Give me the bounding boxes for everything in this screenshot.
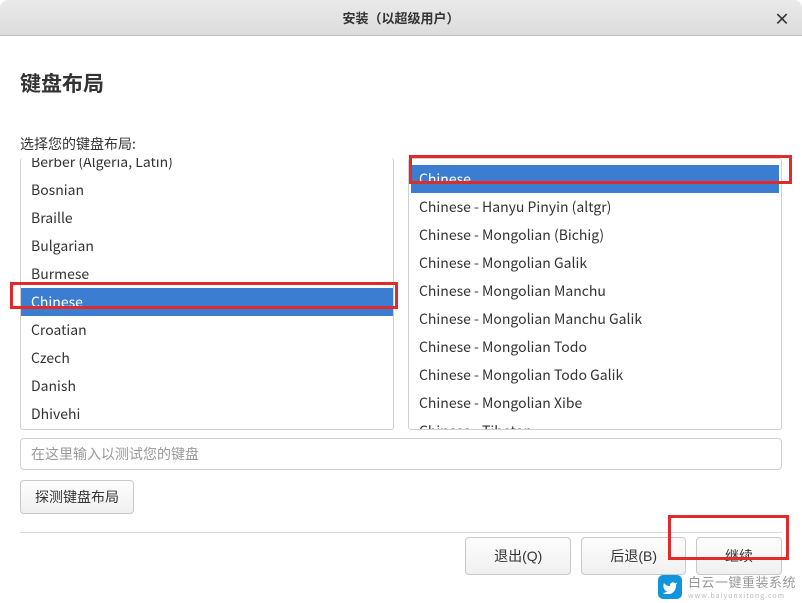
list-item[interactable]: Burmese	[21, 260, 393, 288]
list-item[interactable]: Czech	[21, 344, 393, 372]
continue-button[interactable]: 继续	[696, 537, 782, 575]
list-item[interactable]: Dutch	[21, 428, 393, 430]
titlebar: 安装（以超级用户） ×	[0, 0, 802, 36]
prompt-label: 选择您的键盘布局:	[20, 134, 782, 154]
close-icon[interactable]: ×	[774, 6, 790, 30]
list-item[interactable]: Chinese - Hanyu Pinyin (altgr)	[409, 193, 781, 221]
watermark-url-text: www.baiyunxitong.com	[688, 591, 796, 601]
quit-button[interactable]: 退出(Q)	[465, 537, 571, 575]
list-item[interactable]: Bosnian	[21, 176, 393, 204]
list-item[interactable]: Chinese	[20, 288, 394, 316]
list-item[interactable]: Chinese - Mongolian Todo Galik	[409, 361, 781, 389]
watermark: 白云一键重装系统 www.baiyunxitong.com	[658, 572, 796, 601]
button-row: 退出(Q) 后退(B) 继续	[465, 537, 782, 575]
list-item[interactable]: Chinese - Mongolian (Bichig)	[409, 221, 781, 249]
main-content: 键盘布局 选择您的键盘布局: Berber (Algeria, Latin)Bo…	[0, 36, 802, 533]
variant-list[interactable]: ChineseChinese - Hanyu Pinyin (altgr)Chi…	[408, 158, 782, 430]
list-item[interactable]: Chinese - Mongolian Todo	[409, 333, 781, 361]
list-item[interactable]: Chinese - Tibetan	[409, 417, 781, 430]
page-title: 键盘布局	[20, 68, 782, 98]
list-item[interactable]: Chinese - Mongolian Manchu	[409, 277, 781, 305]
separator	[20, 532, 782, 533]
list-item[interactable]: Chinese	[411, 165, 779, 193]
window-title: 安装（以超级用户）	[342, 8, 459, 27]
list-item[interactable]: Croatian	[21, 316, 393, 344]
detect-layout-button[interactable]: 探测键盘布局	[20, 480, 134, 514]
list-item[interactable]: Chinese - Mongolian Xibe	[409, 389, 781, 417]
watermark-text: 白云一键重装系统 www.baiyunxitong.com	[688, 572, 796, 601]
list-item[interactable]: Chinese - Mongolian Manchu Galik	[409, 305, 781, 333]
watermark-main-text: 白云一键重装系统	[688, 572, 796, 591]
list-item[interactable]: Danish	[21, 372, 393, 400]
list-item[interactable]: Bulgarian	[21, 232, 393, 260]
layout-list[interactable]: Berber (Algeria, Latin)BosnianBrailleBul…	[20, 158, 394, 430]
list-item[interactable]: Berber (Algeria, Latin)	[21, 158, 393, 176]
list-item[interactable]: Braille	[21, 204, 393, 232]
list-container: Berber (Algeria, Latin)BosnianBrailleBul…	[20, 158, 782, 430]
list-item[interactable]: Dhivehi	[21, 400, 393, 428]
list-item[interactable]: Chinese - Mongolian Galik	[409, 249, 781, 277]
keyboard-test-input[interactable]	[20, 438, 782, 470]
watermark-logo-icon	[658, 575, 682, 599]
back-button[interactable]: 后退(B)	[581, 537, 686, 575]
